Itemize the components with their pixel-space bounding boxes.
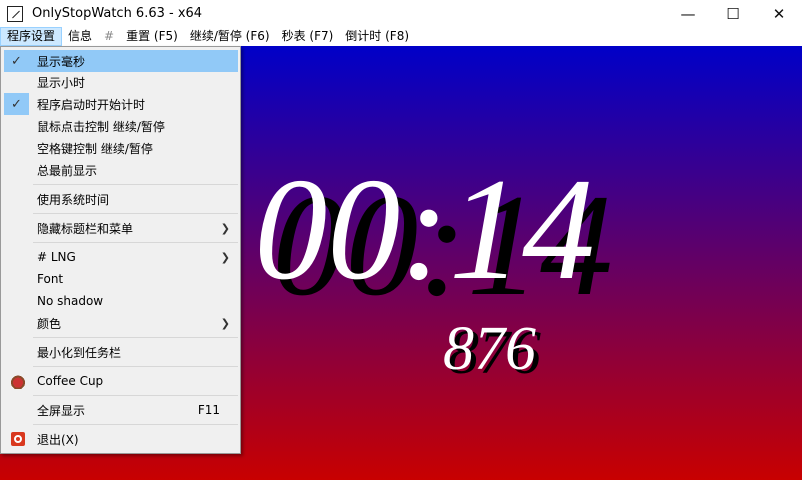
chevron-right-icon: ❯ [220,250,230,264]
menu-item-space-control[interactable]: 空格键控制 继续/暂停 [4,137,238,159]
separator [33,337,238,338]
minimize-button[interactable]: — [665,0,711,27]
chevron-right-icon: ❯ [220,316,230,330]
menu-item-start-on-launch[interactable]: ✓ 程序启动时开始计时 [4,93,238,115]
menu-item-system-time[interactable]: 使用系统时间 [4,188,238,210]
menu-item-color[interactable]: 颜色 ❯ [4,312,238,334]
menu-item-show-hours[interactable]: 显示小时 [4,71,238,93]
menu-item-coffee-cup[interactable]: Coffee Cup [4,370,238,392]
menu-bar: 程序设置 信息 # 重置 (F5) 继续/暂停 (F6) 秒表 (F7) 倒计时… [0,27,802,46]
maximize-button[interactable]: ☐ [710,0,756,27]
separator [33,395,238,396]
program-settings-menu: ✓ 显示毫秒 显示小时 ✓ 程序启动时开始计时 鼠标点击控制 继续/暂停 空格键控制… [0,46,241,454]
timer-milliseconds: 876 [443,315,536,383]
coffee-cup-icon [10,373,26,389]
menu-info[interactable]: 信息 [62,27,98,46]
check-icon: ✓ [4,93,29,115]
menu-item-hide-titlebar[interactable]: 隐藏标题栏和菜单 ❯ [4,217,238,239]
menu-continue-pause[interactable]: 继续/暂停 (F6) [184,27,276,46]
menu-program-settings[interactable]: 程序设置 [0,27,63,46]
separator [33,242,238,243]
separator [33,184,238,185]
menu-stopwatch[interactable]: 秒表 (F7) [276,27,340,46]
menu-item-show-ms[interactable]: ✓ 显示毫秒 [4,50,238,72]
stopwatch-app-icon [7,5,23,22]
separator [33,424,238,425]
title-bar: OnlyStopWatch 6.63 - x64 — ☐ ✕ [0,0,802,27]
menu-hash[interactable]: # [98,27,120,46]
close-button[interactable]: ✕ [756,0,802,27]
window-title: OnlyStopWatch 6.63 - x64 [32,6,203,21]
menu-item-always-on-top[interactable]: 总最前显示 [4,159,238,181]
menu-item-font[interactable]: Font [4,268,238,290]
chevron-right-icon: ❯ [220,221,230,235]
separator [33,213,238,214]
check-icon: ✓ [4,50,29,72]
menu-item-language[interactable]: # LNG ❯ [4,246,238,268]
timer-time: 00:14 [254,148,595,310]
menu-item-minimize-to-tray[interactable]: 最小化到任务栏 [4,341,238,363]
menu-reset[interactable]: 重置 (F5) [120,27,184,46]
menu-item-no-shadow[interactable]: No shadow [4,290,238,312]
power-icon [11,432,25,446]
menu-item-fullscreen[interactable]: 全屏显示 F11 [4,399,238,421]
menu-item-mouse-control[interactable]: 鼠标点击控制 继续/暂停 [4,115,238,137]
menu-item-exit[interactable]: 退出(X) [4,428,238,450]
menu-countdown[interactable]: 倒计时 (F8) [339,27,415,46]
separator [33,366,238,367]
